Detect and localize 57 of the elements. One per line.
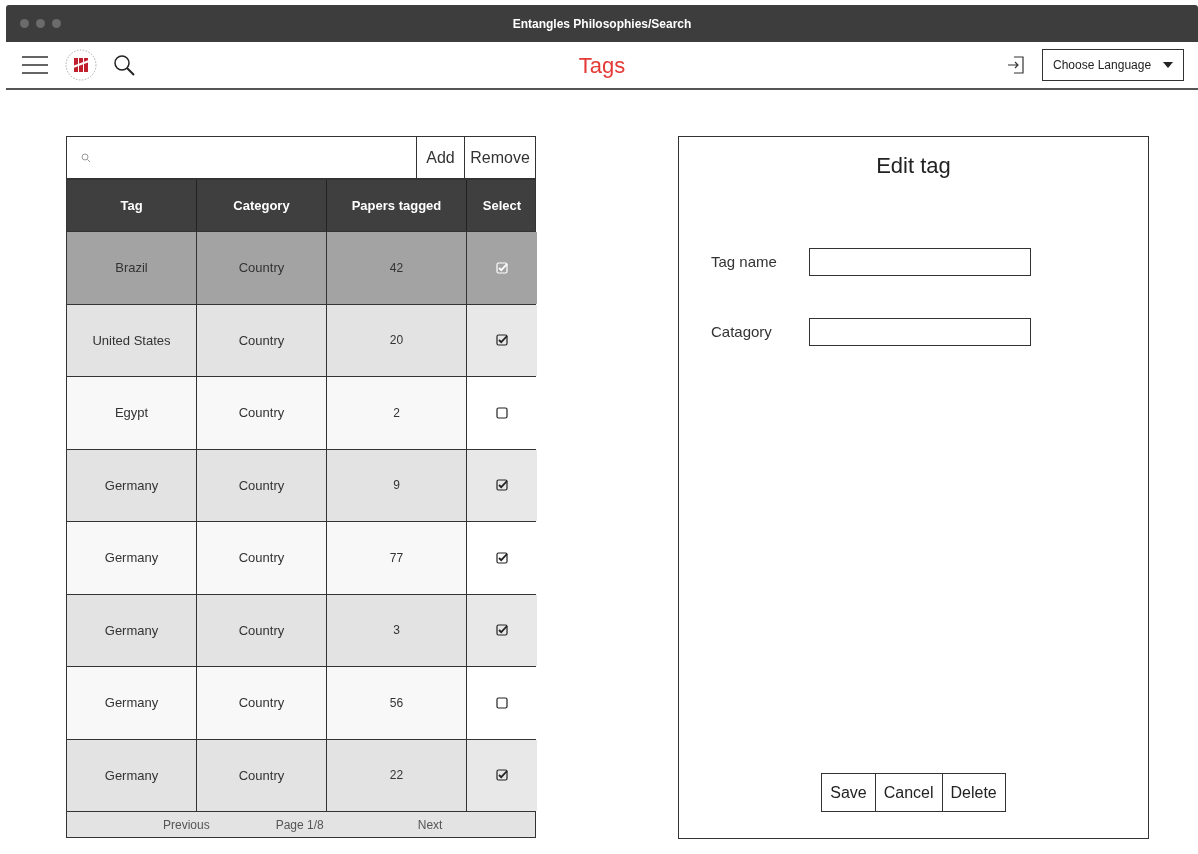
page-indicator: Page 1/8	[275, 816, 324, 834]
column-header: Papers tagged	[327, 180, 467, 231]
table-cell: Germany	[67, 522, 197, 594]
empty-checkbox-icon[interactable]	[496, 696, 508, 709]
column-header: Category	[197, 180, 327, 231]
table-cell: Country	[197, 232, 327, 304]
action-button[interactable]: Remove	[465, 137, 535, 178]
table-cell: Brazil	[67, 232, 197, 304]
table-cell: Country	[197, 594, 327, 666]
column-header: Tag	[67, 180, 197, 231]
sign-in-icon[interactable]	[1006, 55, 1026, 75]
checked-checkbox-icon[interactable]	[496, 479, 508, 492]
table-row[interactable]: Germany Country 3	[66, 594, 536, 667]
empty-checkbox-icon[interactable]	[496, 406, 508, 419]
caret-icon	[1163, 62, 1173, 68]
table-row[interactable]: Germany Country 9	[66, 449, 536, 522]
action-button[interactable]: Add	[417, 137, 465, 178]
window-title: Entangles Philosophies/Search	[512, 15, 692, 33]
previous-link[interactable]: Previous	[163, 815, 210, 834]
checked-checkbox-icon[interactable]	[496, 624, 508, 637]
table-cell: United States	[67, 304, 197, 376]
search-icon	[81, 152, 91, 163]
table-row[interactable]: Egypt Country 2	[66, 377, 536, 450]
table-row[interactable]: Germany Country 22	[66, 739, 536, 812]
table-cell: Country	[197, 377, 327, 449]
table-row[interactable]: Germany Country 56	[66, 667, 536, 740]
table-cell: Egypt	[67, 377, 197, 449]
field-label: Tag name	[710, 251, 778, 272]
input-field[interactable]	[809, 318, 1031, 346]
table-row[interactable]: United States Country 20	[66, 304, 536, 377]
language-dropdown[interactable]: Choose Language	[1042, 49, 1184, 81]
search-icon[interactable]	[112, 53, 136, 77]
page-title: Tags	[578, 51, 626, 80]
panel-button[interactable]: Save	[822, 774, 875, 811]
table-cell: Country	[197, 449, 327, 521]
table-cell: Germany	[67, 739, 197, 811]
panel-title: Edit tag	[876, 152, 951, 180]
checked-checkbox-icon[interactable]	[496, 334, 508, 347]
logo-icon[interactable]	[64, 48, 98, 82]
table-cell: Country	[197, 739, 327, 811]
field-label: Catagory	[710, 321, 773, 342]
table-row[interactable]: Germany Country 77	[66, 522, 536, 595]
table-cell: Germany	[67, 449, 197, 521]
next-link[interactable]: Next	[417, 815, 443, 834]
checked-checkbox-icon[interactable]	[496, 769, 508, 782]
table-cell: Country	[197, 522, 327, 594]
table-cell: Germany	[67, 594, 197, 666]
table-cell: Country	[197, 304, 327, 376]
menu-icon[interactable]	[22, 55, 48, 75]
checked-checkbox-icon[interactable]	[496, 551, 508, 564]
input-field[interactable]	[809, 248, 1031, 276]
table-cell: Germany	[67, 667, 197, 739]
table-row[interactable]: Brazil Country 42	[66, 232, 536, 305]
table-cell: Country	[197, 667, 327, 739]
panel-button[interactable]: Delete	[941, 774, 1005, 811]
column-header: Select	[481, 196, 523, 215]
panel-button[interactable]: Cancel	[874, 774, 942, 811]
